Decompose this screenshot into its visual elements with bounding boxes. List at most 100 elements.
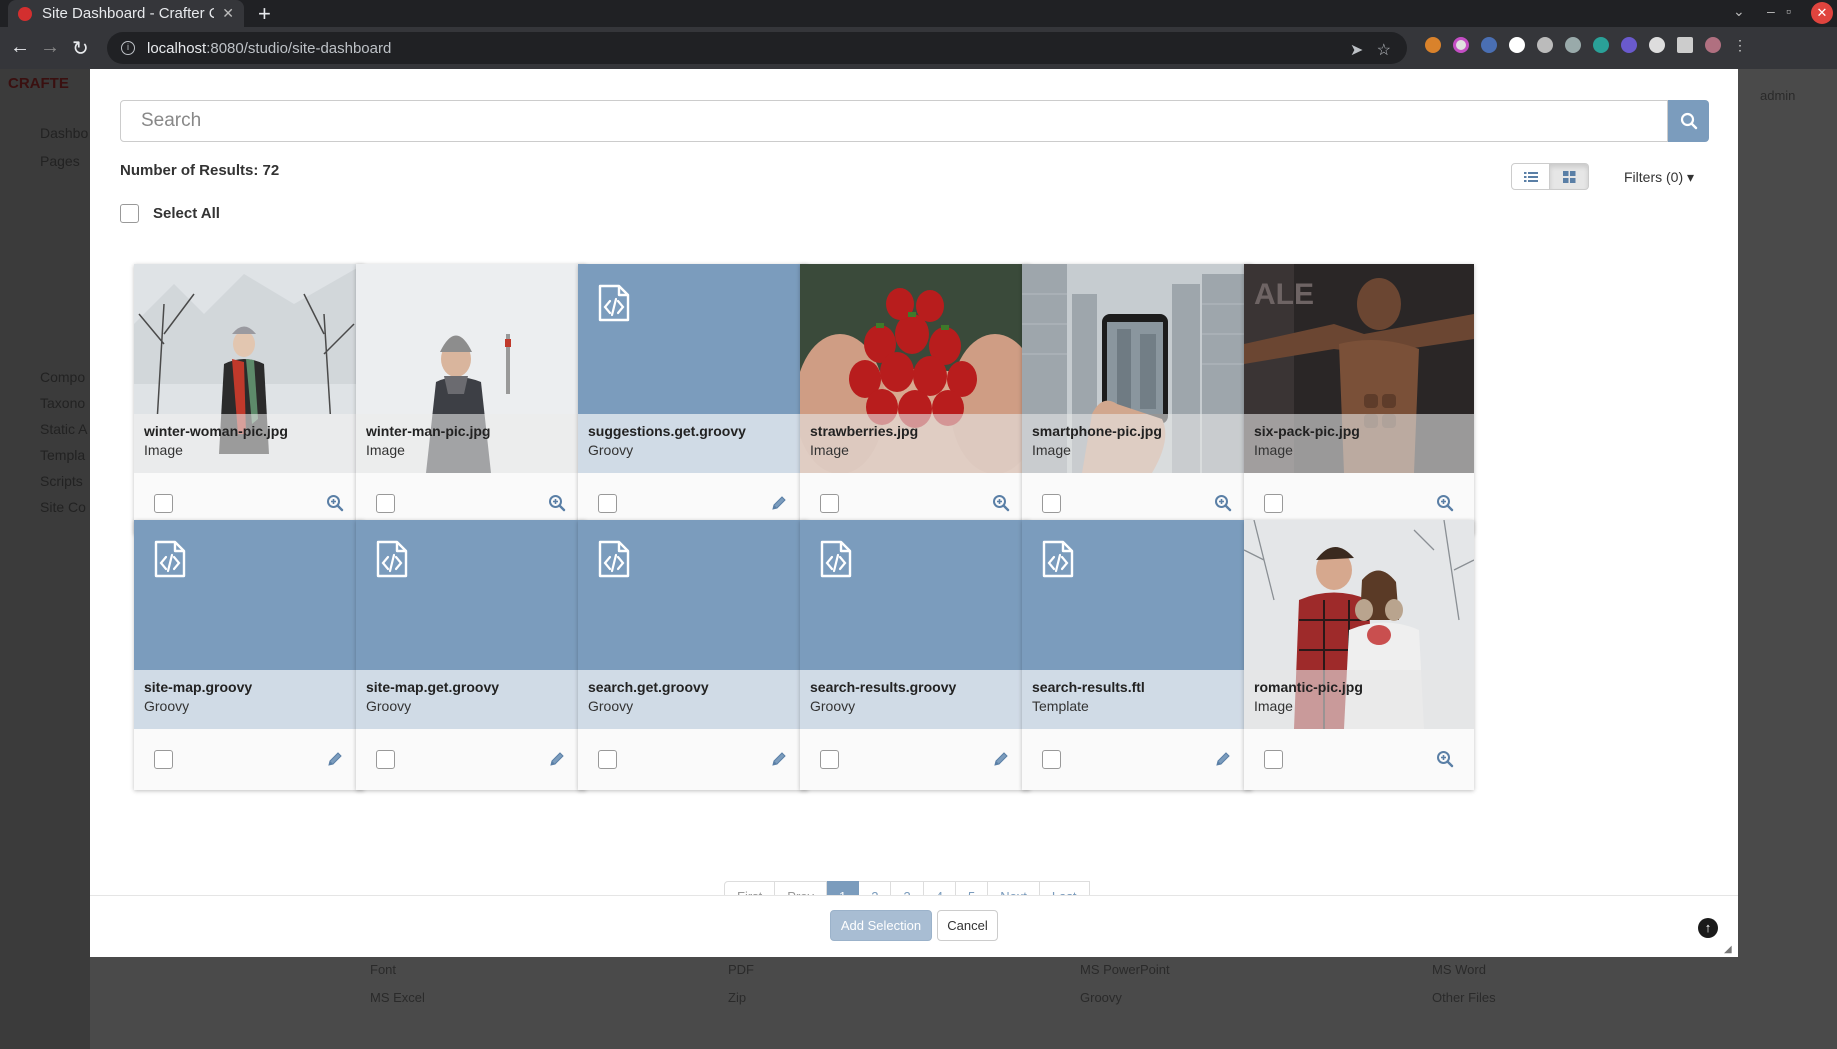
asset-card[interactable]: search-results.groovy Groovy (800, 520, 1030, 790)
asset-checkbox[interactable] (1264, 750, 1283, 769)
edit-icon[interactable] (770, 494, 788, 512)
asset-type: Image (1254, 442, 1293, 458)
asset-card[interactable]: suggestions.get.groovy Groovy (578, 264, 808, 534)
extension-icon[interactable] (1509, 37, 1525, 53)
asset-name: six-pack-pic.jpg (1254, 423, 1360, 439)
upload-icon[interactable]: ↑ (1698, 918, 1718, 938)
nav-item: Compo (40, 369, 86, 385)
nav-item: Taxono (40, 395, 86, 411)
new-tab-button[interactable]: + (258, 1, 271, 27)
cancel-button[interactable]: Cancel (937, 910, 998, 941)
asset-name: winter-woman-pic.jpg (144, 423, 288, 439)
asset-checkbox[interactable] (1042, 750, 1061, 769)
asset-card[interactable]: romantic-pic.jpg Image (1244, 520, 1474, 790)
view-toggle (1511, 163, 1589, 190)
asset-card-footer (356, 729, 586, 790)
asset-checkbox[interactable] (154, 750, 173, 769)
asset-card[interactable]: search-results.ftl Template (1022, 520, 1252, 790)
select-all[interactable]: Select All (120, 204, 220, 223)
asset-caption: winter-man-pic.jpg Image (356, 414, 586, 473)
nav-item: Pages (40, 153, 80, 169)
select-all-checkbox[interactable] (120, 204, 139, 223)
grid-view-button[interactable] (1550, 163, 1589, 190)
zoom-icon[interactable] (326, 494, 344, 512)
resize-grip-icon[interactable]: ◢ (1724, 944, 1732, 955)
extension-icon[interactable] (1621, 37, 1637, 53)
list-view-button[interactable] (1511, 163, 1550, 190)
add-selection-button[interactable]: Add Selection (830, 910, 932, 941)
asset-card[interactable]: smartphone-pic.jpg Image (1022, 264, 1252, 534)
extension-icon[interactable] (1593, 37, 1609, 53)
file-code-icon (820, 540, 852, 578)
profile-avatar[interactable] (1705, 37, 1721, 53)
window-close-icon[interactable]: ✕ (1811, 2, 1833, 24)
menu-kebab-icon[interactable]: ⋮ (1733, 37, 1749, 53)
select-all-label: Select All (153, 205, 220, 222)
asset-checkbox[interactable] (820, 750, 839, 769)
extension-icon[interactable] (1425, 37, 1441, 53)
address-bar[interactable]: i localhost :8080/studio/site-dashboard … (107, 32, 1407, 64)
asset-name: search-results.ftl (1032, 679, 1145, 695)
extension-icon[interactable] (1453, 37, 1469, 53)
user-menu: admin (1760, 88, 1796, 103)
tab-search-icon[interactable]: ⌄ (1733, 3, 1745, 20)
zoom-icon[interactable] (1436, 750, 1454, 768)
asset-card[interactable]: winter-woman-pic.jpg Image (134, 264, 364, 534)
reload-icon[interactable]: ↻ (72, 36, 89, 61)
puzzle-icon[interactable] (1649, 37, 1665, 53)
tab-close-icon[interactable]: ✕ (222, 5, 234, 22)
file-type-link: MS Word (1432, 962, 1486, 977)
edit-icon[interactable] (1214, 750, 1232, 768)
asset-card[interactable]: site-map.get.groovy Groovy (356, 520, 586, 790)
asset-caption: search.get.groovy Groovy (578, 670, 808, 729)
minimize-icon[interactable]: – (1767, 3, 1775, 19)
zoom-icon[interactable] (992, 494, 1010, 512)
asset-caption: smartphone-pic.jpg Image (1022, 414, 1252, 473)
asset-card[interactable]: site-map.groovy Groovy (134, 520, 364, 790)
sidepanel-icon[interactable] (1677, 37, 1693, 53)
asset-type: Image (810, 442, 849, 458)
zoom-icon[interactable] (1436, 494, 1454, 512)
asset-checkbox[interactable] (598, 750, 617, 769)
search-button[interactable] (1668, 100, 1709, 142)
asset-caption: search-results.groovy Groovy (800, 670, 1030, 729)
asset-card[interactable]: ALE six-pack-pic.jpg Image (1244, 264, 1474, 534)
bookmark-star-icon[interactable]: ➤ ☆ (1350, 40, 1391, 60)
zoom-icon[interactable] (548, 494, 566, 512)
asset-checkbox[interactable] (1264, 494, 1283, 513)
asset-type: Image (366, 442, 405, 458)
grid-view-icon (1562, 170, 1575, 183)
edit-icon[interactable] (992, 750, 1010, 768)
file-type-link: Other Files (1432, 990, 1496, 1005)
asset-checkbox[interactable] (1042, 494, 1061, 513)
forward-icon[interactable]: → (40, 36, 60, 59)
browser-tab[interactable]: Site Dashboard - Crafter C ✕ (8, 0, 244, 27)
asset-checkbox[interactable] (154, 494, 173, 513)
site-info-icon[interactable]: i (121, 41, 135, 55)
asset-caption: romantic-pic.jpg Image (1244, 670, 1474, 729)
extension-icon[interactable] (1565, 37, 1581, 53)
asset-card[interactable]: winter-man-pic.jpg Image (356, 264, 586, 534)
asset-card-footer (1022, 729, 1252, 790)
zoom-icon[interactable] (1214, 494, 1232, 512)
back-icon[interactable]: ← (10, 36, 30, 59)
asset-caption: six-pack-pic.jpg Image (1244, 414, 1474, 473)
edit-icon[interactable] (548, 750, 566, 768)
asset-caption: suggestions.get.groovy Groovy (578, 414, 808, 473)
edit-icon[interactable] (770, 750, 788, 768)
asset-card[interactable]: strawberries.jpg Image (800, 264, 1030, 534)
edit-icon[interactable] (326, 750, 344, 768)
restore-icon[interactable]: ▫ (1786, 3, 1791, 19)
asset-checkbox[interactable] (598, 494, 617, 513)
file-code-icon (376, 540, 408, 578)
filters-dropdown[interactable]: Filters (0) ▾ (1624, 169, 1694, 186)
extension-icon[interactable] (1481, 37, 1497, 53)
asset-checkbox[interactable] (376, 750, 395, 769)
asset-checkbox[interactable] (376, 494, 395, 513)
tab-title: Site Dashboard - Crafter C (42, 5, 215, 22)
asset-type: Groovy (366, 698, 412, 714)
search-input[interactable] (120, 100, 1668, 142)
asset-card[interactable]: search.get.groovy Groovy (578, 520, 808, 790)
extension-icon[interactable] (1537, 37, 1553, 53)
asset-checkbox[interactable] (820, 494, 839, 513)
